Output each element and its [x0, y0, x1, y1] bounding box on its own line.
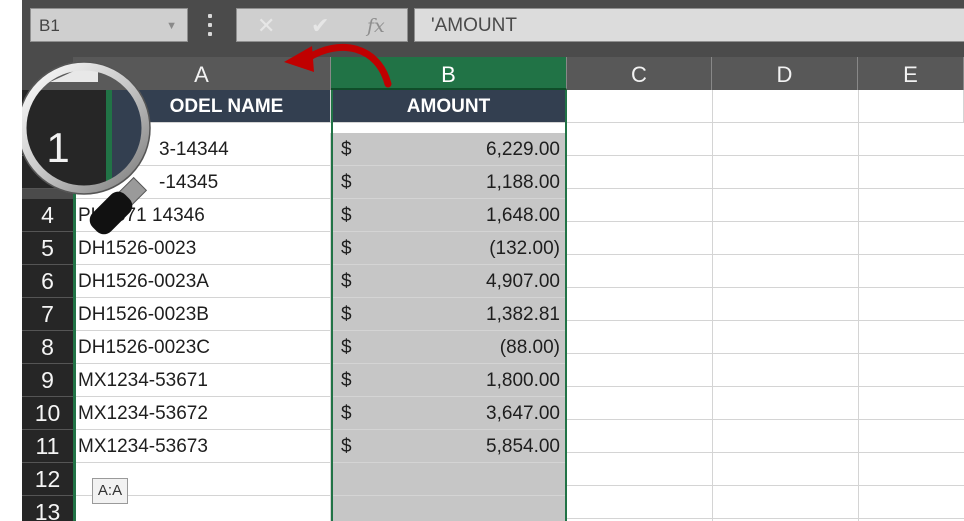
amount-value: (132.00) [489, 238, 560, 259]
amount-value: 1,648.00 [486, 205, 560, 226]
currency-symbol: $ [341, 304, 352, 325]
more-options-icon[interactable] [207, 14, 213, 36]
cell-b10[interactable]: $3,647.00 [331, 397, 567, 430]
empty-cells[interactable] [567, 123, 964, 521]
row-header-11[interactable]: 11 [22, 430, 73, 463]
amount-value: 1,188.00 [486, 172, 560, 193]
currency-symbol: $ [341, 403, 352, 424]
name-box[interactable]: B1 ▼ [30, 8, 188, 42]
magnifier-icon: 1 [22, 61, 151, 235]
row-header-8[interactable]: 8 [22, 331, 73, 364]
empty-cells-row1 [567, 90, 964, 123]
currency-symbol: $ [341, 172, 352, 193]
cell-b5[interactable]: $ (132.00) [331, 232, 567, 265]
currency-symbol: $ [341, 436, 352, 457]
cell-a10[interactable]: MX1234-53672 [73, 397, 331, 430]
amount-value: (88.00) [499, 337, 560, 358]
amount-value: 3,647.00 [486, 403, 560, 424]
cell-b8[interactable]: $ (88.00) [331, 331, 567, 364]
magnified-row-label: 1 [46, 124, 69, 171]
row-header-10[interactable]: 10 [22, 397, 73, 430]
amount-value: 5,854.00 [486, 436, 560, 457]
cell-a8[interactable]: DH1526-0023C [73, 331, 331, 364]
cell-b3[interactable]: $1,188.00 [331, 166, 567, 199]
formula-bar: B1 ▼ ✕ ✔ fx 'AMOUNT [22, 0, 964, 54]
cell-b6[interactable]: $4,907.00 [331, 265, 567, 298]
row-header-13[interactable]: 13 [22, 496, 73, 521]
cell-b11[interactable]: $5,854.00 [331, 430, 567, 463]
amount-value: 4,907.00 [486, 271, 560, 292]
cell-b4[interactable]: $1,648.00 [331, 199, 567, 232]
currency-symbol: $ [341, 271, 352, 292]
amount-value: 1,382.81 [486, 304, 560, 325]
chevron-down-icon[interactable]: ▼ [166, 9, 177, 43]
row-header-6[interactable]: 6 [22, 265, 73, 298]
currency-symbol: $ [341, 337, 352, 358]
close-icon[interactable]: ✕ [257, 9, 275, 43]
cell-a6[interactable]: DH1526-0023A [73, 265, 331, 298]
currency-symbol: $ [341, 205, 352, 226]
cell-b2[interactable]: $6,229.00 [331, 133, 567, 166]
cell-b12[interactable] [331, 463, 567, 496]
cell-b7[interactable]: $1,382.81 [331, 298, 567, 331]
amount-value: 1,800.00 [486, 370, 560, 391]
column-header-e[interactable]: E [858, 57, 964, 90]
amount-value: 6,229.00 [486, 139, 560, 160]
row-header-12[interactable]: 12 [22, 463, 73, 496]
row-header-9[interactable]: 9 [22, 364, 73, 397]
cell-a7[interactable]: DH1526-0023B [73, 298, 331, 331]
currency-symbol: $ [341, 238, 352, 259]
currency-symbol: $ [341, 370, 352, 391]
cell-a11[interactable]: MX1234-53673 [73, 430, 331, 463]
name-box-value: B1 [39, 16, 60, 35]
formula-input[interactable]: 'AMOUNT [414, 8, 964, 42]
spreadsheet-window: B1 ▼ ✕ ✔ fx 'AMOUNT A B C D E 1 2 3 4 5 … [0, 0, 964, 521]
row-header-7[interactable]: 7 [22, 298, 73, 331]
curved-arrow-icon [284, 43, 392, 88]
currency-symbol: $ [341, 139, 352, 160]
cell-a9[interactable]: MX1234-53671 [73, 364, 331, 397]
cell-b13[interactable] [331, 496, 567, 521]
column-header-c[interactable]: C [567, 57, 712, 90]
excel-frame: B1 ▼ ✕ ✔ fx 'AMOUNT A B C D E 1 2 3 4 5 … [22, 0, 964, 521]
selection-tooltip: A:A [92, 478, 128, 504]
column-header-d[interactable]: D [712, 57, 858, 90]
cell-b9[interactable]: $1,800.00 [331, 364, 567, 397]
